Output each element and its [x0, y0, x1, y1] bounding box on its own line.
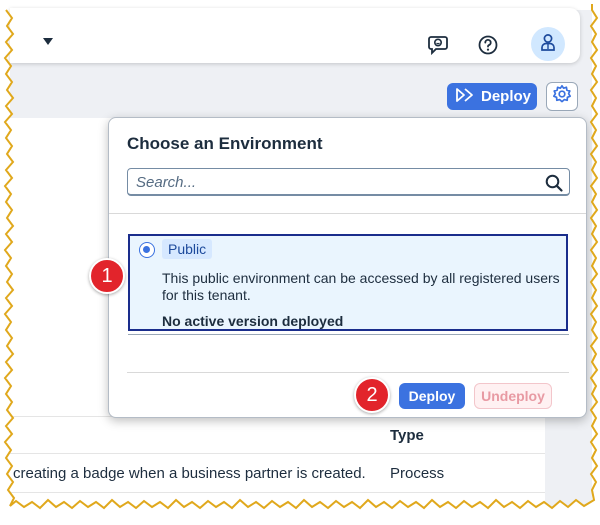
- list-divider: [128, 334, 569, 335]
- deploy-toolbar-label: Deploy: [481, 88, 532, 105]
- environment-description: This public environment can be accessed …: [162, 270, 560, 303]
- table-divider: [10, 453, 545, 454]
- table-divider: [10, 492, 545, 493]
- shell-bar: [10, 8, 580, 63]
- undeploy-button: Undeploy: [474, 383, 552, 409]
- environment-status: No active version deployed: [162, 313, 344, 329]
- gear-icon: [552, 84, 572, 109]
- callout-badge-1: 1: [89, 258, 125, 294]
- user-avatar[interactable]: [531, 27, 565, 61]
- settings-button[interactable]: [546, 82, 578, 111]
- chevron-down-icon[interactable]: [43, 38, 53, 45]
- environment-item-public[interactable]: Public This public environment can be ac…: [128, 234, 568, 331]
- row-description: creating a badge when a business partner…: [13, 465, 366, 482]
- help-icon[interactable]: [473, 30, 503, 60]
- radio-button[interactable]: [139, 242, 155, 258]
- search-icon[interactable]: [544, 173, 564, 193]
- content-panel: [10, 118, 122, 358]
- popover-title: Choose an Environment: [127, 134, 323, 153]
- feedback-smile-icon[interactable]: [423, 30, 453, 60]
- deploy-button[interactable]: Deploy: [399, 383, 465, 409]
- environment-popover: Choose an Environment Public This public…: [108, 117, 587, 418]
- user-icon: [540, 33, 556, 56]
- row-type: Process: [390, 465, 445, 482]
- column-header-type: Type: [390, 427, 424, 444]
- environment-name: Public: [162, 239, 213, 259]
- deploy-toolbar-button[interactable]: Deploy: [447, 83, 537, 110]
- screenshot-canvas: Deploy Type creating a badge when a busi…: [0, 0, 600, 525]
- divider: [109, 213, 586, 214]
- search-field[interactable]: [127, 168, 570, 196]
- deploy-arrows-icon: [455, 87, 475, 107]
- callout-badge-2: 2: [354, 377, 390, 413]
- footer-divider: [127, 372, 569, 373]
- search-input[interactable]: [136, 172, 526, 192]
